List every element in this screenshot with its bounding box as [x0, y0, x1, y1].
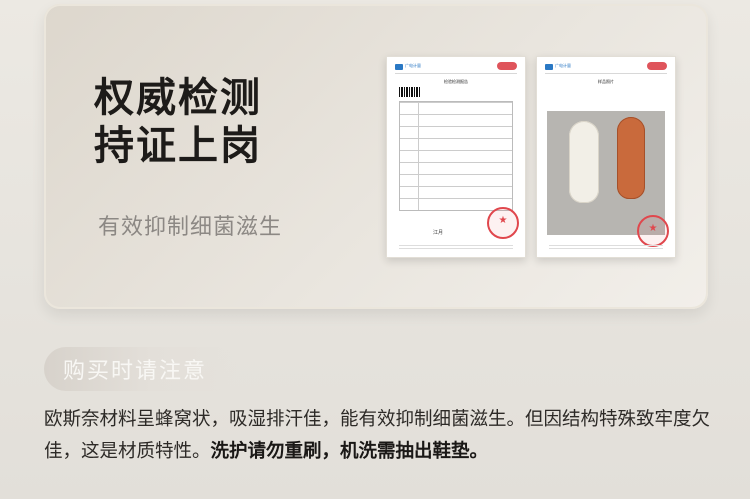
subline: 有效抑制细菌滋生: [98, 215, 283, 240]
photo-footer: [549, 243, 663, 249]
notice-label: 购买时请注意: [63, 359, 208, 384]
report-title: 检验检测报告: [444, 79, 468, 84]
certification-badge-icon: [497, 62, 517, 70]
header-divider: [545, 73, 667, 74]
white-insole-image: [569, 121, 599, 203]
official-seal-icon: [487, 207, 519, 239]
issuer-name: 广电计量: [405, 63, 421, 68]
issuer-name: 广电计量: [555, 63, 571, 68]
sample-photo-document: 广电计量 样品照片: [536, 56, 676, 258]
headline-line-1: 权威检测: [94, 75, 262, 121]
header-divider: [395, 73, 517, 74]
headline: 权威检测 持证上岗: [94, 74, 262, 170]
certification-badge-icon: [647, 62, 667, 70]
report-form-table: [399, 101, 513, 211]
signature: 江月: [433, 230, 444, 236]
issuer-logo-icon: [395, 64, 403, 70]
test-report-document: 广电计量 检验检测报告 江月: [386, 56, 526, 258]
orange-insole-image: [617, 117, 645, 199]
care-instruction: 洗护请勿重刷，机洗需抽出鞋垫。: [210, 441, 489, 462]
issuer-logo-icon: [545, 64, 553, 70]
headline-line-2: 持证上岗: [94, 123, 262, 169]
notice-body: 欧斯奈材料呈蜂窝状，吸湿排汗佳，能有效抑制细菌滋生。但因结构特殊致牢度欠佳，这是…: [44, 404, 714, 468]
sample-photo-title: 样品照片: [598, 79, 614, 84]
barcode-icon: [399, 87, 421, 97]
report-footer: [399, 243, 513, 249]
